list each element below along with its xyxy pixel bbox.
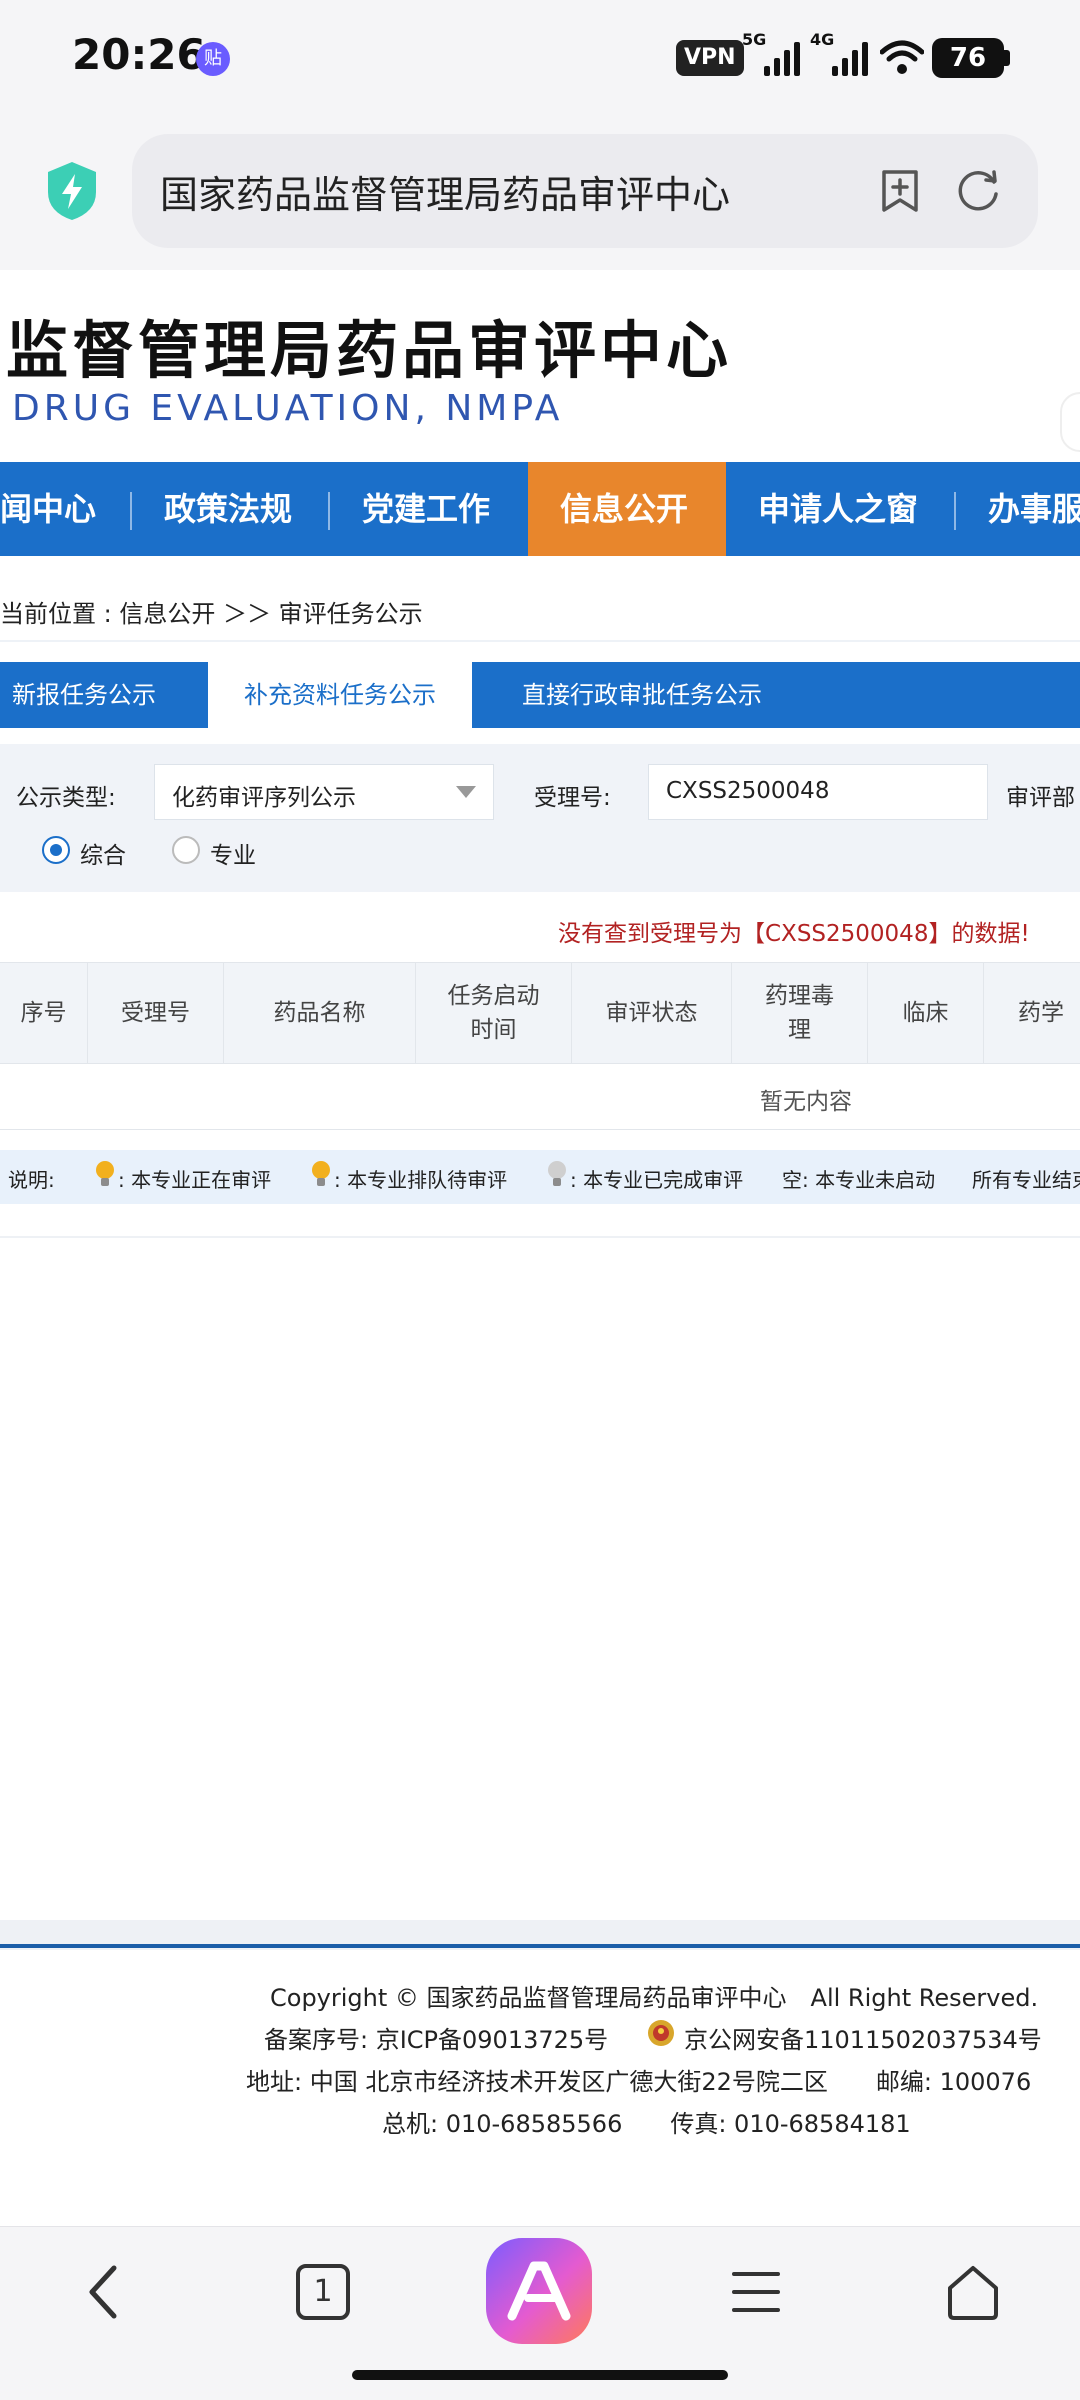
dept-label: 审评部 xyxy=(1006,785,1075,811)
accept-number-value[interactable]: CXSS2500048 xyxy=(666,778,829,804)
reload-icon[interactable] xyxy=(956,168,1002,214)
site-subtitle: DRUG EVALUATION, NMPA xyxy=(12,388,564,429)
battery-tip xyxy=(1004,50,1010,66)
col-drug-name: 药品名称 xyxy=(224,962,416,1064)
police-badge-icon xyxy=(648,2020,674,2046)
breadcrumb-label: 当前位置 : xyxy=(0,600,120,628)
nav-item-news[interactable]: 闻中心 xyxy=(0,462,96,556)
network-4g-label: 4G xyxy=(810,30,835,49)
nav-separator xyxy=(954,492,956,530)
nav-separator xyxy=(328,492,330,530)
no-data-message: 没有查到受理号为【CXSS2500048】的数据! xyxy=(558,921,1030,947)
footer-top-line xyxy=(0,1944,1080,1948)
status-time: 20:26 xyxy=(72,30,206,79)
footer-copyright: Copyright © 国家药品监督管理局药品审评中心 All Right Re… xyxy=(270,1984,1039,2012)
tab-new-tasks[interactable]: 新报任务公示 xyxy=(12,662,156,728)
breadcrumb-path[interactable]: 信息公开 ＞＞ 审评任务公示 xyxy=(119,600,422,628)
legend-item-completed: : 本专业已完成审评 xyxy=(570,1168,744,1192)
radio-comprehensive-label[interactable]: 综合 xyxy=(80,836,126,870)
radio-professional-label[interactable]: 专业 xyxy=(210,836,256,870)
notification-badge-icon: 贴 xyxy=(196,42,230,76)
type-select-value[interactable]: 化药审评序列公示 xyxy=(172,778,356,812)
legend-item-queued: : 本专业排队待审评 xyxy=(334,1168,508,1192)
legend-item-reviewing: : 本专业正在审评 xyxy=(118,1168,272,1192)
legend-item-not-started: 空: 本专业未启动 xyxy=(782,1168,936,1192)
dropdown-arrow-icon[interactable] xyxy=(456,786,476,798)
home-indicator[interactable] xyxy=(352,2370,728,2380)
divider xyxy=(0,640,1080,642)
bulb-queued-icon xyxy=(312,1161,330,1186)
address-bar-text[interactable]: 国家药品监督管理局药品审评中心 xyxy=(160,164,730,219)
shield-lightning-icon[interactable] xyxy=(44,160,100,222)
signal-5g-icon xyxy=(764,40,800,76)
menu-icon[interactable] xyxy=(730,2268,782,2316)
empty-text: 暂无内容 xyxy=(760,1089,852,1115)
col-clinical: 临床 xyxy=(868,962,984,1064)
battery-icon: 76 xyxy=(932,38,1004,78)
site-title: 监督管理局药品审评中心 xyxy=(6,314,733,387)
footer-police-record[interactable]: 京公网安备11011502037534号 xyxy=(684,2020,1042,2055)
col-pharmacology: 药理毒理 xyxy=(732,962,868,1064)
ai-assistant-icon[interactable] xyxy=(484,2236,594,2346)
table-empty-row xyxy=(0,1064,1080,1130)
nav-item-info-disclosure[interactable]: 信息公开 xyxy=(560,462,688,556)
footer-icp[interactable]: 备案序号: 京ICP备09013725号 xyxy=(264,2020,608,2055)
col-pharmacy: 药学 xyxy=(1018,1000,1064,1026)
col-start-time: 任务启动 时间 xyxy=(416,962,572,1064)
divider xyxy=(0,1236,1080,1238)
radio-comprehensive[interactable] xyxy=(42,836,70,864)
side-floating-button[interactable] xyxy=(1060,392,1080,452)
col-accept-number: 受理号 xyxy=(88,962,224,1064)
signal-4g-icon xyxy=(832,40,868,76)
home-icon[interactable] xyxy=(944,2262,1002,2322)
tab-direct-approval[interactable]: 直接行政审批任务公示 xyxy=(522,662,762,728)
nav-separator xyxy=(130,492,132,530)
footer-phone: 总机: 010-68585566 传真: 010-68584181 xyxy=(382,2110,911,2138)
footer-address: 地址: 中国 北京市经济技术开发区广德大街22号院二区 邮编: 100076 xyxy=(246,2068,1032,2096)
bulb-reviewing-icon xyxy=(96,1161,114,1186)
radio-professional[interactable] xyxy=(172,836,200,864)
nav-item-services[interactable]: 办事服 xyxy=(988,462,1080,556)
nav-item-party[interactable]: 党建工作 xyxy=(362,462,490,556)
bookmark-add-icon[interactable] xyxy=(878,168,922,214)
wifi-icon xyxy=(880,40,924,74)
nav-item-applicant[interactable]: 申请人之窗 xyxy=(758,462,918,556)
bulb-completed-icon xyxy=(548,1161,566,1186)
tabs-icon[interactable]: 1 xyxy=(296,2264,350,2320)
network-5g-label: 5G xyxy=(742,30,767,49)
col-index: 序号 xyxy=(0,962,88,1064)
vpn-icon: VPN xyxy=(676,40,744,76)
col-review-status: 审评状态 xyxy=(572,962,732,1064)
accept-number-label: 受理号: xyxy=(534,785,611,811)
breadcrumb: 当前位置 : 信息公开 ＞＞ 审评任务公示 xyxy=(0,594,423,629)
back-icon[interactable] xyxy=(84,2262,124,2322)
nav-item-policy[interactable]: 政策法规 xyxy=(164,462,292,556)
legend-lead: 说明: xyxy=(8,1168,55,1192)
legend-item-all-finished: 所有专业结束 xyxy=(972,1168,1080,1192)
tab-supplement-tasks[interactable]: 补充资料任务公示 xyxy=(244,662,436,728)
type-label: 公示类型: xyxy=(16,785,116,811)
